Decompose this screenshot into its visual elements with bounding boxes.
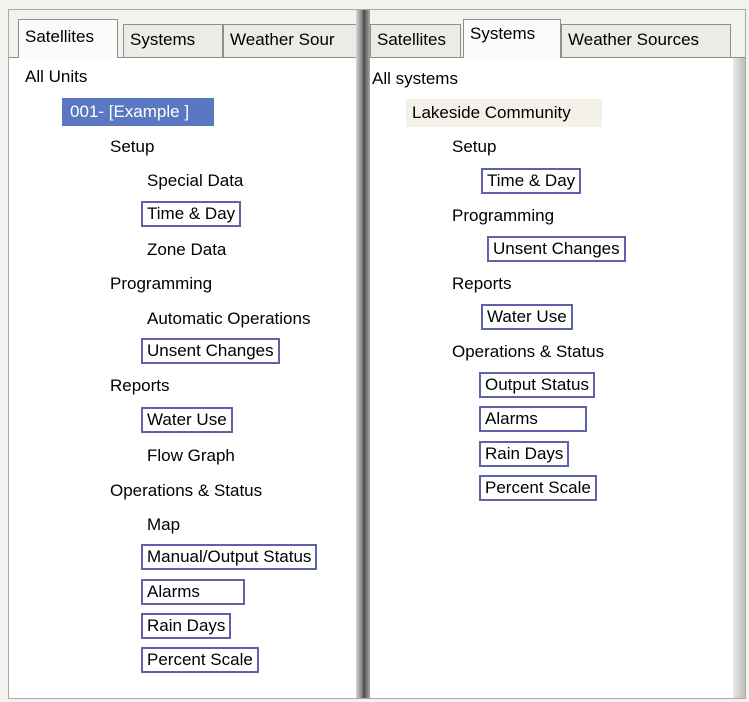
tree-map[interactable]: Map bbox=[147, 513, 180, 537]
tree-alarms[interactable]: Alarms bbox=[141, 579, 245, 605]
tree-output-status-right[interactable]: Output Status bbox=[479, 372, 595, 398]
tree-special-data[interactable]: Special Data bbox=[147, 169, 243, 193]
systems-tree: All systems Lakeside Community Setup Tim… bbox=[370, 57, 745, 698]
satellites-panel: Satellites Systems Weather Sour All Unit… bbox=[9, 10, 357, 698]
tree-root-all-units[interactable]: All Units bbox=[25, 65, 87, 89]
screenshot-frame: Satellites Systems Weather Sour All Unit… bbox=[8, 9, 746, 699]
tree-water-use[interactable]: Water Use bbox=[141, 407, 233, 433]
tree-unsent-changes[interactable]: Unsent Changes bbox=[141, 338, 280, 364]
tree-operations-status-right[interactable]: Operations & Status bbox=[452, 340, 604, 364]
vertical-scrollbar-edge[interactable] bbox=[733, 58, 745, 698]
tree-time-day-right[interactable]: Time & Day bbox=[481, 168, 582, 194]
tree-unit-001-example[interactable]: 001- [Example ] bbox=[62, 98, 214, 126]
tab-systems-right[interactable]: Systems bbox=[463, 19, 561, 58]
tree-lakeside-community[interactable]: Lakeside Community bbox=[406, 99, 602, 127]
tab-satellites-right[interactable]: Satellites bbox=[370, 24, 461, 57]
tree-setup-right[interactable]: Setup bbox=[452, 135, 496, 159]
panel-splitter[interactable] bbox=[356, 10, 370, 698]
tree-reports[interactable]: Reports bbox=[110, 374, 170, 398]
tree-reports-right[interactable]: Reports bbox=[452, 272, 512, 296]
tree-programming-right[interactable]: Programming bbox=[452, 204, 554, 228]
tree-percent-scale[interactable]: Percent Scale bbox=[141, 647, 259, 673]
tree-zone-data[interactable]: Zone Data bbox=[147, 238, 226, 262]
tree-programming[interactable]: Programming bbox=[110, 272, 212, 296]
tab-weather-sources[interactable]: Weather Sour bbox=[223, 24, 357, 57]
tree-alarms-right[interactable]: Alarms bbox=[479, 406, 587, 432]
right-tab-strip: Satellites Systems Weather Sources bbox=[370, 10, 745, 58]
tab-satellites[interactable]: Satellites bbox=[18, 19, 118, 58]
tree-root-all-systems[interactable]: All systems bbox=[372, 67, 458, 91]
tree-rain-days[interactable]: Rain Days bbox=[141, 613, 232, 639]
tree-automatic-operations[interactable]: Automatic Operations bbox=[147, 307, 310, 331]
tab-weather-sources-right[interactable]: Weather Sources bbox=[561, 24, 731, 57]
left-tab-strip: Satellites Systems Weather Sour bbox=[9, 10, 357, 58]
tree-rain-days-right[interactable]: Rain Days bbox=[479, 441, 570, 467]
tree-water-use-right[interactable]: Water Use bbox=[481, 304, 573, 330]
tree-operations-status[interactable]: Operations & Status bbox=[110, 479, 262, 503]
tree-flow-graph[interactable]: Flow Graph bbox=[147, 444, 235, 468]
tree-setup[interactable]: Setup bbox=[110, 135, 154, 159]
tree-unsent-changes-right[interactable]: Unsent Changes bbox=[487, 236, 626, 262]
tree-percent-scale-right[interactable]: Percent Scale bbox=[479, 475, 597, 501]
satellites-tree: All Units 001- [Example ] Setup Special … bbox=[9, 57, 357, 698]
tree-time-day[interactable]: Time & Day bbox=[141, 201, 242, 227]
tree-manual-output-status[interactable]: Manual/Output Status bbox=[141, 544, 318, 570]
tab-systems[interactable]: Systems bbox=[123, 24, 223, 57]
systems-panel: Satellites Systems Weather Sources All s… bbox=[370, 10, 745, 698]
